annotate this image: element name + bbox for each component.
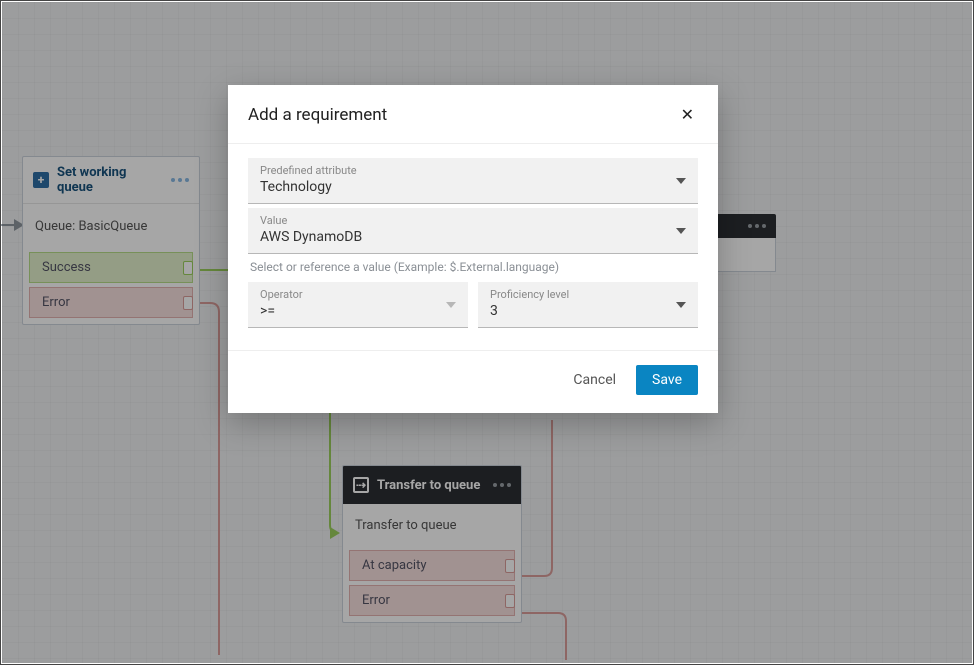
chevron-down-icon xyxy=(676,228,686,234)
field-label: Operator xyxy=(260,288,456,301)
field-value: >= xyxy=(260,303,456,319)
modal-header: Add a requirement ✕ xyxy=(228,85,718,144)
field-value: Technology xyxy=(260,179,686,195)
proficiency-level-select[interactable]: Proficiency level 3 xyxy=(478,282,698,328)
field-label: Predefined attribute xyxy=(260,164,686,177)
value-helper-text: Select or reference a value (Example: $.… xyxy=(250,260,696,274)
value-select[interactable]: Value AWS DynamoDB xyxy=(248,208,698,254)
chevron-down-icon xyxy=(676,302,686,308)
save-button[interactable]: Save xyxy=(636,365,698,395)
field-label: Value xyxy=(260,214,686,227)
chevron-down-icon xyxy=(446,302,456,308)
modal-body: Predefined attribute Technology Value AW… xyxy=(228,144,718,332)
predefined-attribute-select[interactable]: Predefined attribute Technology xyxy=(248,158,698,204)
modal-title: Add a requirement xyxy=(248,105,387,125)
chevron-down-icon xyxy=(676,178,686,184)
operator-select[interactable]: Operator >= xyxy=(248,282,468,328)
modal-footer: Cancel Save xyxy=(228,350,718,413)
field-label: Proficiency level xyxy=(490,288,686,301)
cancel-button[interactable]: Cancel xyxy=(569,366,620,394)
field-value: AWS DynamoDB xyxy=(260,229,686,245)
close-icon[interactable]: ✕ xyxy=(677,103,698,127)
field-value: 3 xyxy=(490,303,686,319)
add-requirement-modal: Add a requirement ✕ Predefined attribute… xyxy=(228,85,718,413)
